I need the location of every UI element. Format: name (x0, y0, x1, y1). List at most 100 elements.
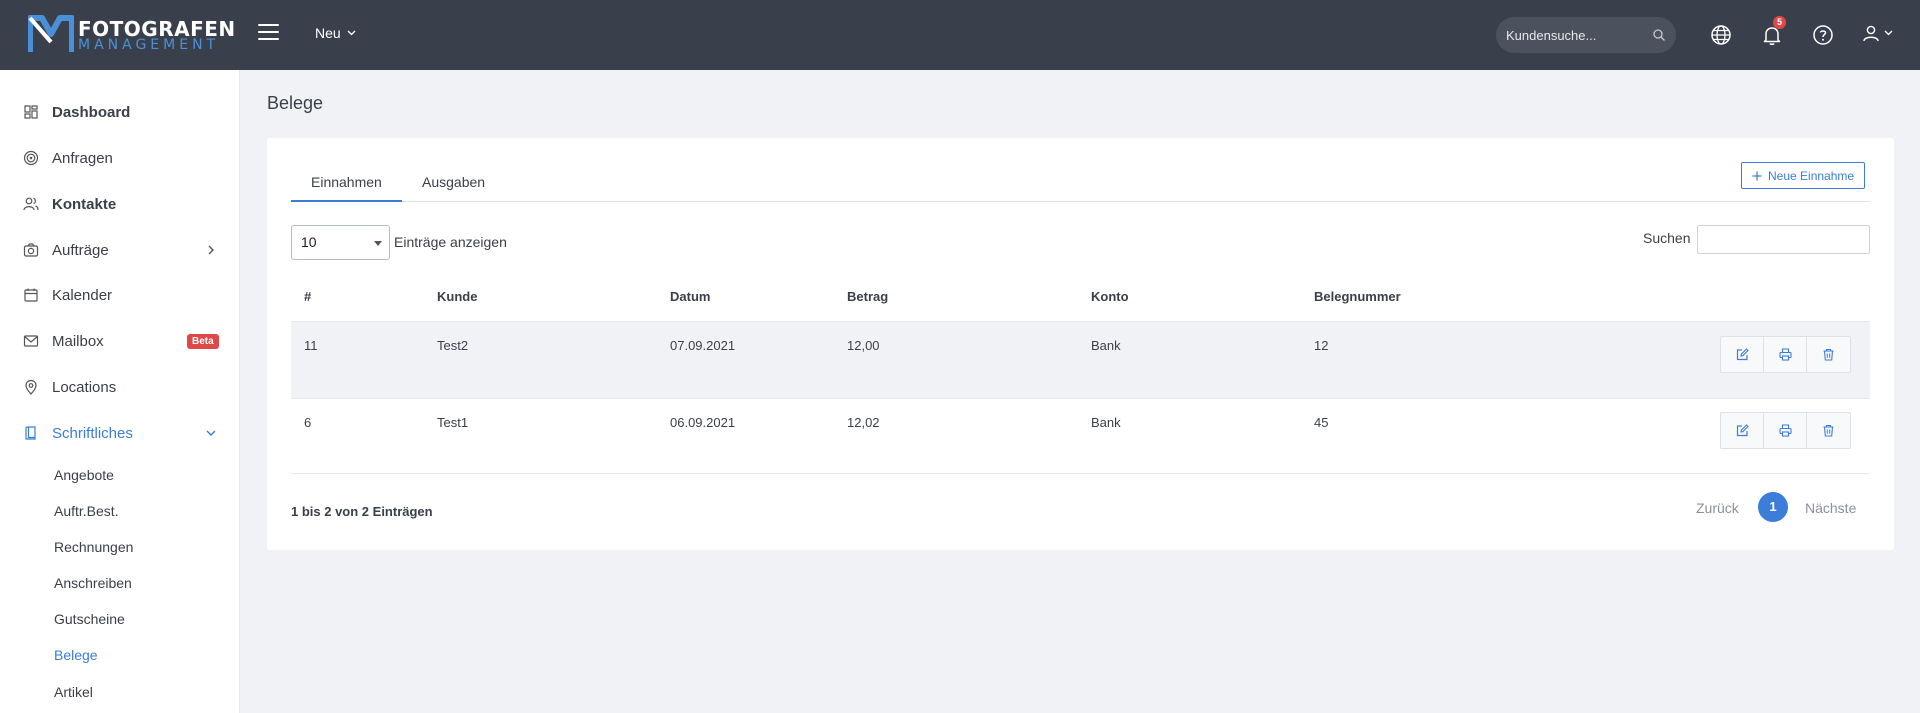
row-actions (1720, 336, 1851, 373)
user-icon (1863, 25, 1879, 42)
help-icon[interactable] (1812, 24, 1834, 46)
column-header-konto[interactable]: Konto (1091, 289, 1129, 304)
chevron-down-icon (1884, 30, 1893, 36)
sidebar-subitem-rechnungen[interactable]: Rechnungen (54, 539, 133, 555)
sidebar-subitem-anschreiben[interactable]: Anschreiben (54, 575, 132, 591)
top-bar: FOTOGRAFEN MANAGEMENT Neu 5 (0, 0, 1920, 70)
pagination-page-1[interactable]: 1 (1758, 492, 1788, 522)
sidebar-item-label: Anfragen (52, 149, 113, 167)
sidebar-item-label: Kalender (52, 286, 113, 304)
column-header-datum[interactable]: Datum (670, 289, 710, 304)
pagination-previous[interactable]: Zurück (1696, 500, 1739, 516)
tab-bar: Einnahmen Ausgaben (291, 162, 1870, 202)
cell-kunde: Test1 (437, 415, 469, 430)
column-header-betrag[interactable]: Betrag (847, 289, 888, 304)
delete-button[interactable] (1807, 413, 1850, 448)
page-title: Belege (267, 93, 324, 113)
mail-icon (23, 335, 39, 347)
sidebar-item-kontakte[interactable]: Kontakte (0, 184, 240, 224)
sidebar-item-locations[interactable]: Locations (0, 367, 240, 407)
column-header-belegnummer[interactable]: Belegnummer (1314, 289, 1401, 304)
chevron-down-icon (347, 30, 356, 36)
search-icon[interactable] (1652, 28, 1666, 42)
calendar-icon (24, 288, 38, 302)
table-row: 6 Test1 06.09.2021 12,02 Bank 45 (291, 398, 1870, 475)
entries-per-page-value: 10 (301, 234, 317, 250)
sidebar-item-label: Schriftliches (52, 424, 133, 442)
table-search-input[interactable] (1697, 225, 1870, 254)
customer-search-input[interactable] (1506, 27, 1636, 43)
column-header-kunde[interactable]: Kunde (437, 289, 477, 304)
customer-search (1496, 17, 1676, 53)
target-icon (23, 150, 39, 166)
edit-button[interactable] (1721, 337, 1764, 372)
receipts-card: Einnahmen Ausgaben Neue Einnahme 10 Eint… (267, 138, 1894, 550)
map-pin-icon (25, 379, 37, 395)
cell-datum: 06.09.2021 (670, 415, 736, 430)
plus-icon (1752, 171, 1762, 180)
new-income-button[interactable]: Neue Einnahme (1741, 162, 1866, 189)
cell-konto: Bank (1091, 415, 1121, 430)
cell-kunde: Test2 (437, 338, 469, 353)
chevron-right-icon (208, 245, 214, 255)
cell-belegnummer: 45 (1314, 415, 1329, 430)
logo-mark-icon (28, 15, 74, 52)
tab-einnahmen[interactable]: Einnahmen (311, 174, 382, 190)
delete-button[interactable] (1807, 337, 1850, 372)
cell-betrag: 12,00 (847, 338, 880, 353)
entries-per-page-label: Einträge anzeigen (394, 234, 507, 250)
brand-logo[interactable]: FOTOGRAFEN MANAGEMENT (28, 14, 235, 54)
sidebar-subitem-angebote[interactable]: Angebote (54, 467, 114, 483)
entries-per-page-select[interactable]: 10 (291, 225, 390, 260)
sidebar-item-dashboard[interactable]: Dashboard (0, 92, 240, 132)
table-info: 1 bis 2 von 2 Einträgen (291, 504, 433, 519)
sidebar: Dashboard Anfragen Kontakte Aufträge Kal… (0, 70, 240, 713)
sidebar-item-label: Mailbox (52, 332, 104, 350)
table-search-label: Suchen (1643, 230, 1691, 246)
table-row: 11 Test2 07.09.2021 12,00 Bank 12 (291, 321, 1870, 398)
edit-icon (1736, 348, 1749, 361)
sidebar-subitem-artikel[interactable]: Artikel (54, 684, 93, 700)
sidebar-item-label: Aufträge (52, 241, 109, 259)
pagination-next[interactable]: Nächste (1805, 500, 1856, 516)
sidebar-subitem-belege[interactable]: Belege (54, 647, 98, 663)
sidebar-item-label: Locations (52, 378, 117, 396)
brand-name-line2: MANAGEMENT (78, 37, 220, 53)
beta-badge: Beta (187, 334, 219, 349)
menu-toggle-button[interactable] (258, 24, 282, 44)
cell-konto: Bank (1091, 338, 1121, 353)
sidebar-item-label: Dashboard (52, 103, 131, 121)
active-tab-indicator (291, 200, 402, 202)
sidebar-item-auftraege[interactable]: Aufträge (0, 230, 240, 270)
new-menu-label: Neu (315, 25, 341, 41)
camera-icon (23, 243, 39, 257)
caret-down-icon (374, 241, 382, 246)
chevron-down-icon (206, 430, 216, 436)
tab-ausgaben[interactable]: Ausgaben (422, 174, 485, 190)
sidebar-subitem-auftr-best[interactable]: Auftr.Best. (54, 503, 119, 519)
users-icon (23, 197, 39, 211)
cell-number: 11 (304, 338, 318, 353)
cell-belegnummer: 12 (1314, 338, 1329, 353)
sidebar-item-mailbox[interactable]: Mailbox Beta (0, 321, 240, 361)
sidebar-item-kalender[interactable]: Kalender (0, 275, 240, 315)
print-button[interactable] (1764, 337, 1807, 372)
new-income-label: Neue Einnahme (1768, 168, 1855, 183)
table-divider (291, 473, 1870, 474)
globe-icon[interactable] (1710, 24, 1732, 46)
user-menu-button[interactable] (1862, 24, 1893, 42)
column-header-number[interactable]: # (304, 289, 311, 304)
new-menu-button[interactable]: Neu (315, 25, 356, 41)
printer-icon (1778, 348, 1792, 361)
trash-icon (1823, 348, 1834, 361)
cell-number: 6 (304, 415, 312, 430)
cell-datum: 07.09.2021 (670, 338, 736, 353)
printer-icon (1778, 424, 1792, 437)
notification-count-badge: 5 (1773, 16, 1786, 29)
sidebar-item-anfragen[interactable]: Anfragen (0, 138, 240, 178)
trash-icon (1823, 424, 1834, 437)
sidebar-subitem-gutscheine[interactable]: Gutscheine (54, 611, 125, 627)
sidebar-item-schriftliches[interactable]: Schriftliches (0, 413, 240, 453)
print-button[interactable] (1764, 413, 1807, 448)
edit-button[interactable] (1721, 413, 1764, 448)
